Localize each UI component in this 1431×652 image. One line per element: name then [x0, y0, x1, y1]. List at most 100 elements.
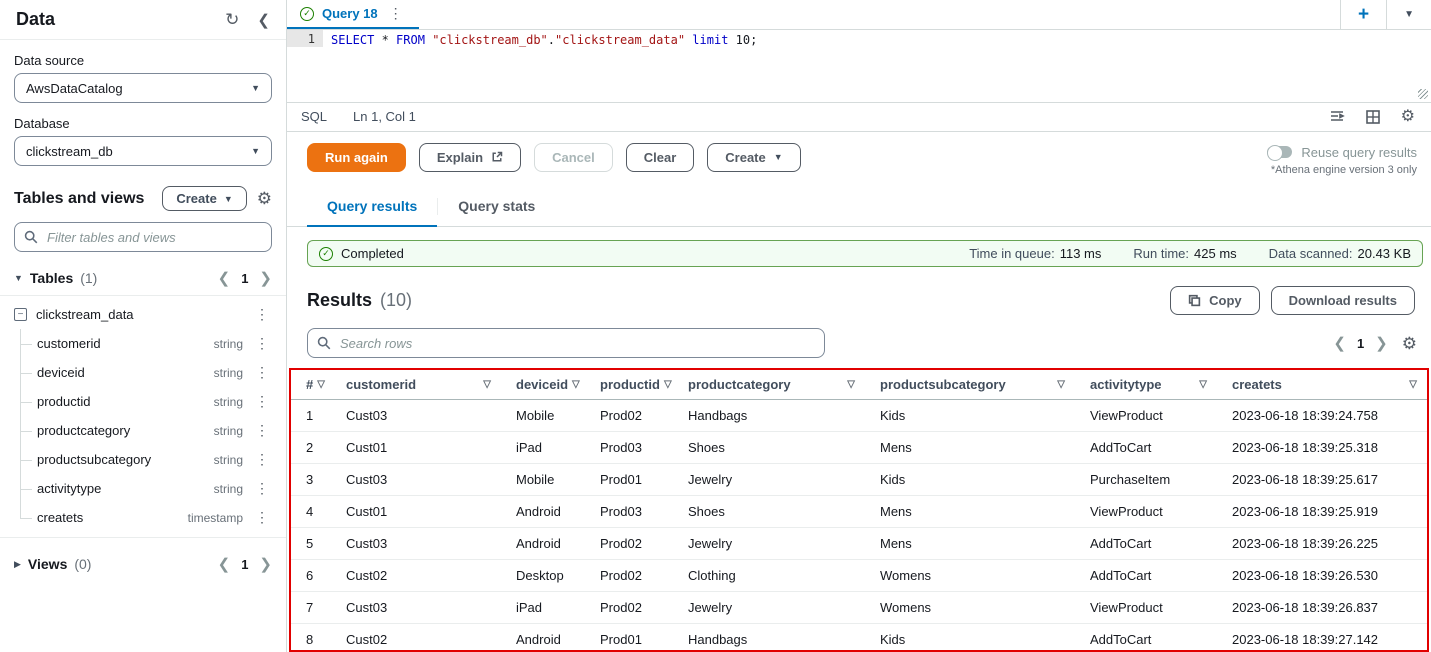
column-type: string [214, 424, 243, 438]
refresh-icon[interactable]: ↻ [225, 10, 239, 30]
create-button[interactable]: Create ▼ [707, 143, 800, 172]
gear-icon[interactable]: ⚙ [257, 190, 272, 207]
tab-query-results[interactable]: Query results [307, 187, 437, 226]
table-cell: Kids [865, 463, 1075, 495]
search-icon [24, 230, 38, 244]
grid-view-icon[interactable] [1365, 109, 1381, 125]
results-table: # ▽ customerid ▽ deviceid ▽ productid ▽ … [291, 370, 1427, 652]
column-header-label: deviceid [516, 377, 568, 392]
kebab-menu-icon[interactable]: ⋮ [252, 335, 272, 352]
chevron-right-icon[interactable]: ❯ [259, 271, 272, 286]
column-tree-item[interactable]: activitytype string ⋮ [20, 474, 272, 503]
column-tree-item[interactable]: deviceid string ⋮ [20, 358, 272, 387]
collapse-panel-icon[interactable]: ❮ [257, 11, 270, 29]
results-tabs: Query results Query stats [287, 187, 1431, 227]
kebab-menu-icon[interactable]: ⋮ [252, 422, 272, 439]
column-tree-item[interactable]: productcategory string ⋮ [20, 416, 272, 445]
column-header[interactable]: productid ▽ [585, 370, 673, 399]
results-count: (10) [380, 290, 412, 311]
column-header[interactable]: customerid ▽ [331, 370, 501, 399]
clear-label: Clear [644, 150, 677, 165]
athena-query-editor: Data ↻ ❮ Data source AwsDataCatalog ▼ Da… [0, 0, 1431, 652]
download-results-button[interactable]: Download results [1271, 286, 1415, 315]
new-query-tab-button[interactable]: + [1341, 4, 1386, 26]
column-tree-item[interactable]: createts timestamp ⋮ [20, 503, 272, 532]
chevron-left-icon[interactable]: ❮ [1333, 336, 1346, 351]
table-cell: 6 [291, 559, 331, 591]
chevron-left-icon[interactable]: ❮ [218, 557, 231, 572]
kebab-menu-icon[interactable]: ⋮ [252, 393, 272, 410]
column-name: activitytype [37, 481, 214, 496]
resize-handle-icon[interactable] [1418, 89, 1428, 99]
column-header[interactable]: createts ▽ [1217, 370, 1427, 399]
sort-icon[interactable]: ▽ [1057, 379, 1065, 390]
explain-button[interactable]: Explain [419, 143, 521, 172]
page-number[interactable]: 1 [1357, 336, 1364, 351]
column-header[interactable]: productsubcategory ▽ [865, 370, 1075, 399]
clear-button[interactable]: Clear [626, 143, 695, 172]
column-header[interactable]: productcategory ▽ [673, 370, 865, 399]
table-cell: 5 [291, 527, 331, 559]
gear-icon[interactable]: ⚙ [1402, 335, 1417, 352]
sql-token: limit [692, 33, 728, 47]
filter-tables-input[interactable] [45, 229, 262, 246]
sort-icon[interactable]: ▽ [664, 379, 672, 390]
column-name: productsubcategory [37, 452, 214, 467]
gear-icon[interactable]: ⚙ [1401, 109, 1415, 125]
table-cell: 1 [291, 399, 331, 431]
run-again-button[interactable]: Run again [307, 143, 406, 172]
sql-editor[interactable]: 1 SELECT * FROM "clickstream_db"."clicks… [287, 30, 1431, 102]
kebab-menu-icon[interactable]: ⋮ [252, 451, 272, 468]
table-row: 5Cust03AndroidProd02JewelryMensAddToCart… [291, 527, 1427, 559]
column-tree-item[interactable]: customerid string ⋮ [20, 329, 272, 358]
collapse-tree-icon[interactable]: − [14, 308, 27, 321]
chevron-left-icon[interactable]: ❮ [218, 271, 231, 286]
create-table-button[interactable]: Create ▼ [162, 186, 246, 211]
table-cell: Cust01 [331, 495, 501, 527]
copy-button[interactable]: Copy [1170, 286, 1260, 315]
column-header[interactable]: deviceid ▽ [501, 370, 585, 399]
sort-icon[interactable]: ▽ [317, 379, 325, 390]
column-header[interactable]: # ▽ [291, 370, 331, 399]
chevron-right-icon[interactable]: ❯ [259, 557, 272, 572]
kebab-menu-icon[interactable]: ⋮ [252, 480, 272, 497]
chevron-right-icon[interactable]: ❯ [1375, 336, 1388, 351]
kebab-menu-icon[interactable]: ⋮ [252, 364, 272, 381]
page-number[interactable]: 1 [241, 557, 248, 572]
data-source-select[interactable]: AwsDataCatalog ▼ [14, 73, 272, 103]
kebab-menu-icon[interactable]: ⋮ [386, 5, 406, 22]
format-query-icon[interactable] [1329, 109, 1345, 125]
triangle-right-icon[interactable]: ▶ [14, 559, 21, 570]
sort-icon[interactable]: ▽ [483, 379, 491, 390]
reuse-toggle[interactable] [1267, 146, 1292, 158]
check-circle-icon: ✓ [300, 7, 314, 21]
kebab-menu-icon[interactable]: ⋮ [252, 509, 272, 526]
tables-count: (1) [80, 270, 97, 286]
tab-query-stats[interactable]: Query stats [438, 187, 555, 226]
triangle-down-icon[interactable]: ▼ [14, 273, 23, 283]
table-row: 7Cust03iPadProd02JewelryWomensViewProduc… [291, 591, 1427, 623]
sort-icon[interactable]: ▽ [847, 379, 855, 390]
column-tree-item[interactable]: productsubcategory string ⋮ [20, 445, 272, 474]
column-tree-item[interactable]: productid string ⋮ [20, 387, 272, 416]
table-cell: Prod03 [585, 431, 673, 463]
sql-code-line[interactable]: SELECT * FROM "clickstream_db"."clickstr… [323, 30, 757, 102]
search-rows-box [307, 328, 825, 358]
page-number[interactable]: 1 [241, 271, 248, 286]
sort-icon[interactable]: ▽ [1409, 379, 1417, 390]
column-header-label: productcategory [688, 377, 791, 392]
tab-query-18[interactable]: ✓ Query 18 ⋮ [287, 0, 419, 29]
database-select[interactable]: clickstream_db ▼ [14, 136, 272, 166]
sql-token: SELECT [331, 33, 374, 47]
explain-label: Explain [437, 150, 483, 165]
kebab-menu-icon[interactable]: ⋮ [252, 306, 272, 323]
sort-icon[interactable]: ▽ [1199, 379, 1207, 390]
search-rows-input[interactable] [338, 335, 815, 352]
tab-list-caret-icon[interactable]: ▼ [1387, 9, 1431, 20]
cancel-button[interactable]: Cancel [534, 143, 613, 172]
sql-token: "clickstream_db" [432, 33, 548, 47]
sql-token: * [374, 33, 396, 47]
sort-icon[interactable]: ▽ [572, 379, 580, 390]
column-header[interactable]: activitytype ▽ [1075, 370, 1217, 399]
table-tree-item[interactable]: − clickstream_data ⋮ [14, 300, 272, 329]
